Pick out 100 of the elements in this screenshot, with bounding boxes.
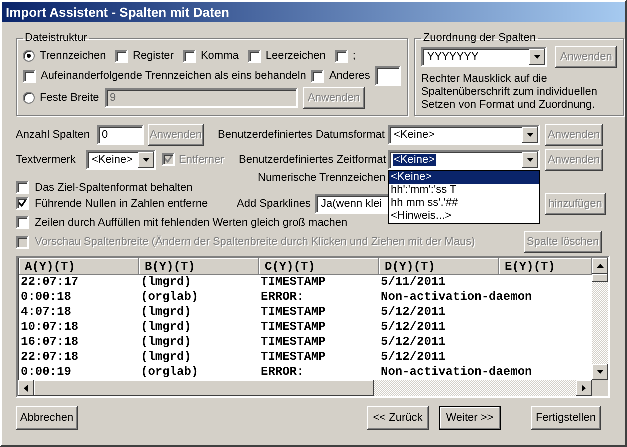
down-arrow-icon xyxy=(142,158,150,162)
input-field[interactable]: 0 xyxy=(97,124,144,144)
dropdown[interactable]: YYYYYYY xyxy=(421,47,548,67)
table-cell-text: 16:07:18 xyxy=(20,335,79,350)
field-label: Benutzerdefiniertes Zeitformat xyxy=(239,154,388,166)
table-cell-text: 0:00:18 xyxy=(20,290,72,305)
radio-label: Trennzeichen xyxy=(40,50,108,62)
scroll-down-button[interactable] xyxy=(592,364,608,380)
table-cell-text: 22:07:17 xyxy=(20,275,79,290)
dropdown[interactable]: <Keine> xyxy=(388,124,540,144)
checkbox-label: Vorschau Spaltenbreite (Ändern der Spaltenbreite durch Klicken und Ziehen mit der Maus) xyxy=(34,236,476,248)
vertical-scrollbar[interactable] xyxy=(592,258,608,380)
column-header[interactable]: E(Y)(T) xyxy=(499,258,592,275)
checkbox[interactable] xyxy=(182,50,196,62)
scroll-right-button[interactable] xyxy=(576,380,592,396)
table-cell-text: 10:07:18 xyxy=(20,320,79,335)
checkbox[interactable] xyxy=(16,216,29,229)
checkbox-label: Leerzeichen xyxy=(266,50,326,62)
checkmark-icon xyxy=(19,200,26,207)
left-arrow-icon xyxy=(24,384,28,392)
field-label: Textvermerk xyxy=(16,154,77,166)
group-label: Dateistruktur xyxy=(24,32,88,44)
finish-button[interactable]: Fertigstellen xyxy=(531,406,601,430)
table-cell-text: TIMESTAMP xyxy=(260,320,326,335)
table-cell-text: (lmgrd) xyxy=(140,350,192,365)
table-cell-text: TIMESTAMP xyxy=(260,275,326,290)
table-cell-text: ERROR: xyxy=(260,365,304,380)
checkbox[interactable] xyxy=(16,197,29,210)
back-button[interactable]: << Zurück xyxy=(367,406,429,430)
checkbox-label: Aufeinanderfolgende Trennzeichen als eins behandeln xyxy=(41,70,306,82)
table-cell-text: 4:07:18 xyxy=(20,305,72,320)
dropdown[interactable]: <Keine> xyxy=(388,150,540,170)
scroll-left-button[interactable] xyxy=(18,380,34,396)
checkbox-label: Komma xyxy=(200,50,239,62)
table-cell-text: (lmgrd) xyxy=(140,320,192,335)
horizontal-scrollbar[interactable] xyxy=(18,380,592,396)
radio-button[interactable] xyxy=(23,50,35,62)
column-header[interactable]: D(Y)(T) xyxy=(379,258,499,275)
down-arrow-icon xyxy=(596,370,604,374)
table-cell-text: (lmgrd) xyxy=(140,305,192,320)
table-cell-text: (orglab) xyxy=(140,365,199,380)
field-label: Benutzerdefiniertes Datumsformat xyxy=(218,128,383,140)
table-cell-text: 0:00:19 xyxy=(20,365,72,380)
table-cell-text: (orglab) xyxy=(140,290,199,305)
table-cell-text: TIMESTAMP xyxy=(260,335,326,350)
checkbox-label: ; xyxy=(352,50,356,62)
scroll-up-button[interactable] xyxy=(592,258,608,274)
table-cell-text: 5/12/2011 xyxy=(380,305,446,320)
checkbox-label: Entferner xyxy=(178,154,226,166)
cancel-button[interactable]: Abbrechen xyxy=(16,406,78,430)
dropdown-option[interactable]: <Keine> xyxy=(389,170,539,184)
dropdown-button[interactable] xyxy=(529,49,546,65)
down-arrow-icon xyxy=(526,132,534,136)
checkbox[interactable] xyxy=(23,70,36,82)
table-cell-text: ERROR: xyxy=(260,290,304,305)
table-cell-text: TIMESTAMP xyxy=(260,305,326,320)
scroll-thumb[interactable] xyxy=(34,380,374,396)
dropdown-button[interactable] xyxy=(522,152,538,168)
right-arrow-icon xyxy=(582,384,586,392)
radio-button[interactable] xyxy=(23,92,35,104)
checkbox-label: Das Ziel-Spaltenformat behalten xyxy=(34,182,194,194)
checkbox[interactable] xyxy=(115,50,128,62)
scrollbar-corner xyxy=(592,380,608,396)
checkbox-label: Führende Nullen in Zahlen entferne xyxy=(34,198,210,210)
table-cell-text: 5/12/2011 xyxy=(380,320,446,335)
down-arrow-icon xyxy=(534,55,541,59)
radio-label: Feste Breite xyxy=(40,92,100,104)
dropdown[interactable]: <Keine> xyxy=(86,150,156,170)
group-label: Zuordnung der Spalten xyxy=(422,32,537,44)
table-cell-text: Non-activation-daemon xyxy=(380,290,532,305)
dropdown-option[interactable]: hh':'mm':'ss T xyxy=(389,184,539,196)
table-cell-text: Non-activation-daemon xyxy=(380,365,532,380)
dropdown-button[interactable] xyxy=(522,126,538,142)
checkbox[interactable] xyxy=(334,50,348,62)
checkmark-icon xyxy=(165,156,172,163)
checkbox-label: Anderes xyxy=(329,70,370,82)
column-header[interactable]: C(Y)(T) xyxy=(259,258,379,275)
field-label: Numerische Trennzeichen xyxy=(258,172,386,184)
field-label: Add Sparklines xyxy=(237,198,312,210)
checkbox[interactable] xyxy=(311,70,324,82)
dropdown-button[interactable] xyxy=(138,152,154,168)
checkbox-label: Zeilen durch Auffüllen mit fehlenden Werten gleich groß machen xyxy=(34,216,348,228)
table-cell-text: 22:07:18 xyxy=(20,350,79,365)
checkbox[interactable] xyxy=(248,50,261,62)
table-cell-text: 5/11/2011 xyxy=(380,275,446,290)
hint-text: Rechter Mausklick auf die Spaltenüberschrift zum individuellen Setzen von Format und Zuordnung. xyxy=(421,73,599,112)
column-header[interactable]: B(Y)(T) xyxy=(139,258,259,275)
up-arrow-icon xyxy=(596,264,604,268)
input-field[interactable]: 9 xyxy=(105,88,298,108)
column-header[interactable]: A(Y)(T) xyxy=(19,258,139,275)
table-cell-text: (lmgrd) xyxy=(140,275,192,290)
input-field[interactable] xyxy=(375,66,402,86)
table-cell-text: TIMESTAMP xyxy=(260,350,326,365)
next-button[interactable]: Weiter >> xyxy=(439,406,501,430)
table-cell-text: 5/12/2011 xyxy=(380,350,446,365)
window-title: Import Assistent - Spalten mit Daten xyxy=(2,2,625,22)
checkbox-label: Register xyxy=(133,50,174,62)
table-cell-text: (lmgrd) xyxy=(140,335,192,350)
scroll-thumb[interactable] xyxy=(592,274,608,282)
checkbox[interactable] xyxy=(16,181,29,194)
